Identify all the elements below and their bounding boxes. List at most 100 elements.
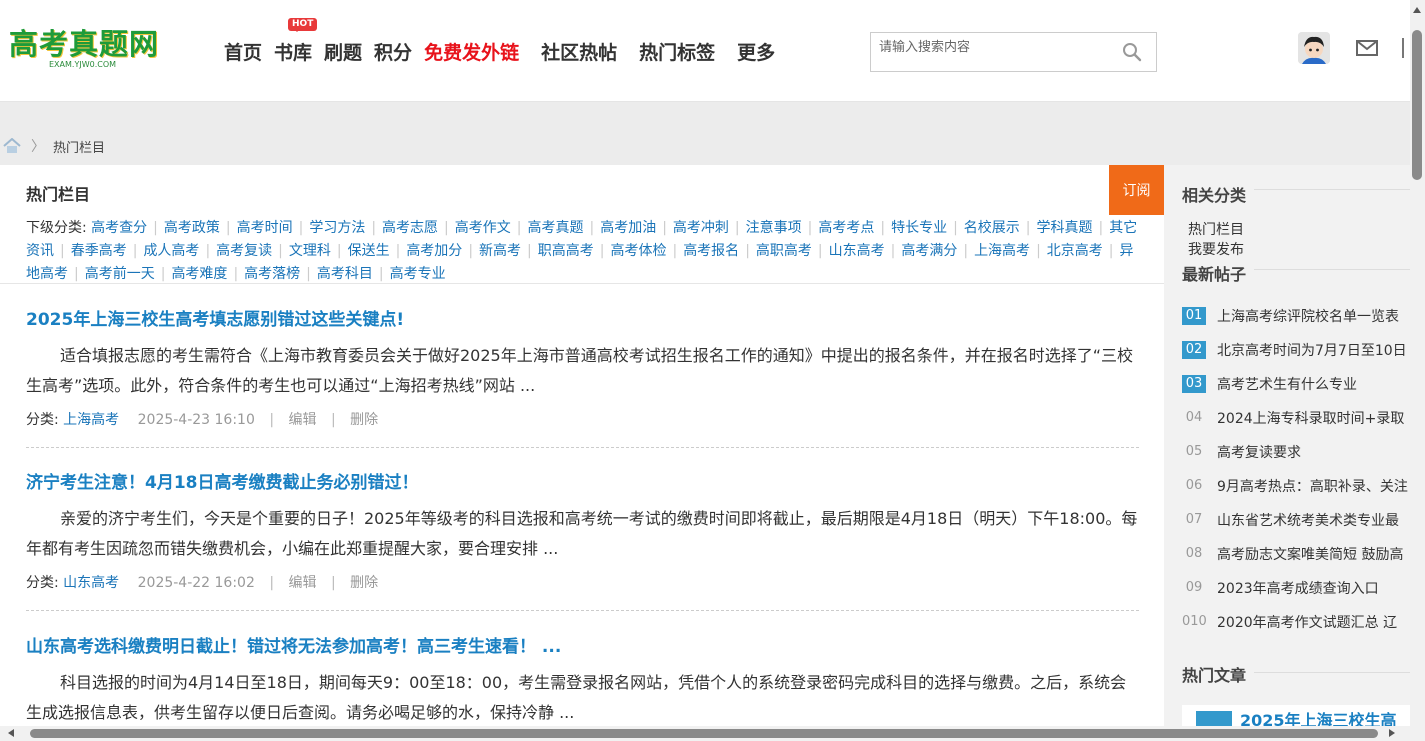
subcategory-label: 下级分类: — [26, 220, 87, 236]
horizontal-scrollbar[interactable] — [0, 726, 1410, 741]
vertical-scroll-thumb[interactable] — [1412, 30, 1422, 180]
subcategory-link[interactable]: 特长专业 — [891, 220, 947, 236]
subcategory-link[interactable]: 注意事项 — [746, 220, 802, 236]
breadcrumb-current: 热门栏目 — [53, 140, 106, 156]
subcategory-link[interactable]: 山东高考 — [829, 243, 885, 259]
subcategory-link[interactable]: 高考冲刺 — [673, 220, 729, 236]
subcategory-link[interactable]: 高考难度 — [171, 266, 227, 282]
latest-post-title: 高考艺术生有什么专业 — [1217, 377, 1357, 393]
post-date: 2025-4-22 16:02 — [137, 575, 255, 591]
logo-text: 高考真题网 — [9, 27, 160, 61]
mail-icon[interactable] — [1356, 40, 1378, 56]
latest-post-item[interactable]: 07 山东省艺术统考美术类专业最 — [1182, 503, 1410, 537]
nav-library[interactable]: HOT 书库 — [274, 18, 318, 65]
subcategory-link[interactable]: 高职高考 — [756, 243, 812, 259]
subcategory-link[interactable]: 高考科目 — [317, 266, 373, 282]
post-item: 山东高考选科缴费明日截止！错过将无法参加高考！高三考生速看！ ... 科目选报的… — [26, 636, 1139, 728]
horizontal-scroll-thumb[interactable] — [30, 729, 1378, 738]
hot-badge: HOT — [288, 18, 318, 32]
nav-practice[interactable]: 刷题 — [324, 38, 362, 65]
latest-title: 最新帖子 — [1182, 265, 1247, 284]
nav-community[interactable]: 社区热帖 — [541, 38, 617, 65]
rank-number: 05 — [1185, 444, 1203, 459]
subcategory-link[interactable]: 高考落榜 — [244, 266, 300, 282]
subcategory-link[interactable]: 高考政策 — [164, 220, 220, 236]
related-publish[interactable]: 我要发布 — [1188, 242, 1244, 258]
nav-free-links[interactable]: 免费发外链 — [424, 38, 519, 65]
nav-more[interactable]: 更多 — [737, 38, 775, 65]
rank-number: 07 — [1185, 512, 1203, 527]
vertical-scrollbar[interactable] — [1410, 0, 1425, 741]
subscribe-button[interactable]: 订阅 — [1109, 165, 1164, 215]
subcategory-link[interactable]: 新高考 — [479, 243, 521, 259]
breadcrumb-separator: 〉 — [31, 139, 45, 155]
latest-post-item[interactable]: 010 2020年高考作文试题汇总 辽 — [1182, 605, 1410, 639]
post-title[interactable]: 山东高考选科缴费明日截止！错过将无法参加高考！高三考生速看！ ... — [26, 637, 561, 657]
subcategory-link[interactable]: 文理科 — [289, 243, 331, 259]
nav-points[interactable]: 积分 — [374, 38, 412, 65]
subcategory-link[interactable]: 上海高考 — [974, 243, 1030, 259]
rank-number: 02 — [1182, 341, 1206, 359]
subcategory-link[interactable]: 高考志愿 — [382, 220, 438, 236]
post-title[interactable]: 济宁考生注意！4月18日高考缴费截止务必别错过！ — [26, 473, 419, 493]
delete-link[interactable]: 删除 — [350, 412, 378, 428]
subcategory-link[interactable]: 高考加分 — [406, 243, 462, 259]
subcategory-link[interactable]: 高考查分 — [91, 220, 147, 236]
subcategory-link[interactable]: 春季高考 — [71, 243, 127, 259]
scroll-left-arrow[interactable] — [4, 729, 14, 737]
latest-post-item[interactable]: 04 2024上海专科录取时间+录取 — [1182, 401, 1410, 435]
latest-post-item[interactable]: 06 9月高考热点：高职补录、关注 — [1182, 469, 1410, 503]
latest-post-title: 2020年高考作文试题汇总 辽 — [1217, 615, 1398, 631]
post-item: 2025年上海三校生高考填志愿别错过这些关键点! 适合填报志愿的考生需符合《上海… — [26, 309, 1139, 429]
latest-post-title: 上海高考综评院校名单一览表 — [1217, 309, 1399, 325]
latest-post-item[interactable]: 02 北京高考时间为7月7日至10日 — [1182, 333, 1410, 367]
subcategory-link[interactable]: 高考满分 — [901, 243, 957, 259]
rank-number: 03 — [1182, 375, 1206, 393]
post-meta: 分类: 山东高考 2025-4-22 16:02 | 编辑 | 删除 — [26, 575, 379, 591]
subcategory-link[interactable]: 名校展示 — [964, 220, 1020, 236]
related-hot-column[interactable]: 热门栏目 — [1188, 222, 1244, 238]
subcategory-link[interactable]: 高考专业 — [390, 266, 446, 282]
main-content: 热门栏目 订阅 下级分类: 高考查分 | 高考政策 | 高考时间 | 学习方法 | 高考志愿 | 高… — [0, 165, 1164, 741]
subcategory-link[interactable]: 高考报名 — [683, 243, 739, 259]
latest-post-item[interactable]: 03 高考艺术生有什么专业 — [1182, 367, 1410, 401]
nav-hot-tags[interactable]: 热门标签 — [639, 38, 715, 65]
hot-articles-title: 热门文章 — [1182, 666, 1247, 685]
edit-link[interactable]: 编辑 — [289, 575, 317, 591]
subcategory-link[interactable]: 职高高考 — [538, 243, 594, 259]
post-category-link[interactable]: 山东高考 — [63, 575, 119, 591]
subcategory-link[interactable]: 学习方法 — [309, 220, 365, 236]
subcategory-link[interactable]: 高考前一天 — [85, 266, 155, 282]
latest-post-item[interactable]: 08 高考励志文案唯美简短 鼓励高 — [1182, 537, 1410, 571]
latest-post-item[interactable]: 01 上海高考综评院校名单一览表 — [1182, 299, 1410, 333]
edit-link[interactable]: 编辑 — [289, 412, 317, 428]
subcategory-link[interactable]: 高考作文 — [455, 220, 511, 236]
subcategory-link[interactable]: 成人高考 — [143, 243, 199, 259]
nav-home[interactable]: 首页 — [224, 38, 262, 65]
search-icon[interactable] — [1122, 42, 1142, 62]
home-icon[interactable] — [3, 138, 21, 154]
latest-post-item[interactable]: 09 2023年高考成绩查询入口 — [1182, 571, 1410, 605]
notification-icon[interactable] — [1402, 38, 1410, 58]
search-input[interactable] — [877, 35, 1117, 59]
latest-post-item[interactable]: 05 高考复读要求 — [1182, 435, 1410, 469]
post-category-link[interactable]: 上海高考 — [63, 412, 119, 428]
subcategory-link[interactable]: 高考考点 — [818, 220, 874, 236]
latest-post-title: 北京高考时间为7月7日至10日 — [1217, 343, 1407, 359]
subcategory-link[interactable]: 北京高考 — [1047, 243, 1103, 259]
subcategory-link[interactable]: 学科真题 — [1037, 220, 1093, 236]
subcategory-link[interactable]: 高考加油 — [600, 220, 656, 236]
delete-link[interactable]: 删除 — [350, 575, 378, 591]
post-summary: 科目选报的时间为4月14日至18日，期间每天9：00至18：00，考生需登录报名… — [26, 673, 1127, 722]
post-title[interactable]: 2025年上海三校生高考填志愿别错过这些关键点! — [26, 310, 404, 330]
subcategory-link[interactable]: 高考体检 — [610, 243, 666, 259]
subcategory-link[interactable]: 高考复读 — [216, 243, 272, 259]
site-logo[interactable]: 高考真题网 EXAM.YJW0.COM — [9, 28, 159, 70]
scroll-up-arrow[interactable] — [1413, 3, 1421, 13]
subcategory-link[interactable]: 高考时间 — [237, 220, 293, 236]
main-nav: 首页 HOT 书库 刷题 积分 免费发外链 社区热帖 热门标签 更多 — [224, 18, 787, 65]
subcategory-link[interactable]: 高考真题 — [527, 220, 583, 236]
scroll-right-arrow[interactable] — [1389, 729, 1399, 737]
user-avatar[interactable] — [1298, 32, 1330, 64]
subcategory-link[interactable]: 保送生 — [348, 243, 390, 259]
